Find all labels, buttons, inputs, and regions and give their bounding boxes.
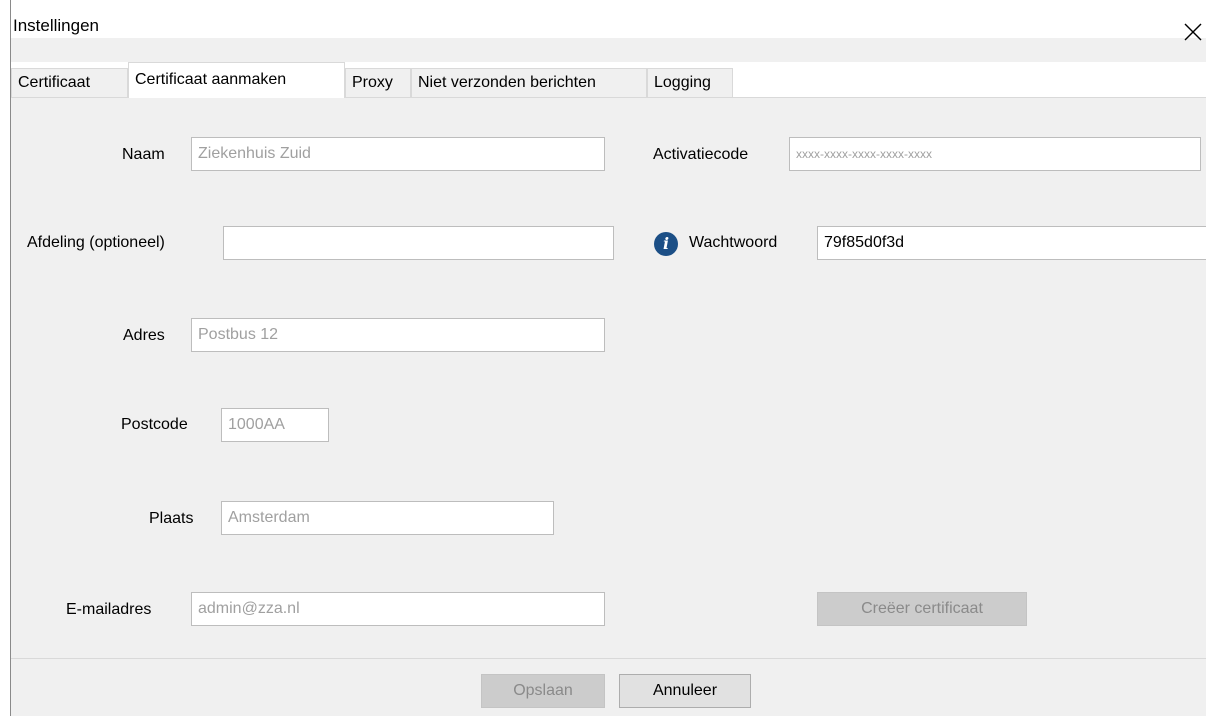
tab-niet-verzonden-berichten[interactable]: Niet verzonden berichten	[411, 68, 647, 97]
email-field[interactable]	[191, 592, 605, 626]
postcode-field[interactable]	[221, 408, 329, 442]
adres-field[interactable]	[191, 318, 605, 352]
postcode-label: Postcode	[121, 416, 188, 433]
afdeling-field[interactable]	[223, 226, 614, 260]
afdeling-label: Afdeling (optioneel)	[27, 234, 165, 251]
info-icon[interactable]: i	[654, 232, 678, 256]
settings-dialog: Instellingen Certificaat Certificaat aan…	[10, 0, 1206, 716]
tab-logging[interactable]: Logging	[647, 68, 733, 97]
tab-proxy[interactable]: Proxy	[345, 68, 411, 97]
email-label: E-mailadres	[66, 601, 152, 618]
close-icon[interactable]	[1183, 22, 1203, 42]
plaats-field[interactable]	[221, 501, 554, 535]
cancel-button[interactable]: Annuleer	[619, 674, 751, 708]
activatiecode-field[interactable]	[789, 137, 1201, 171]
window-title: Instellingen	[13, 16, 100, 35]
adres-label: Adres	[123, 327, 165, 344]
wachtwoord-label: Wachtwoord	[689, 234, 778, 251]
tab-strip: Certificaat Certificaat aanmaken Proxy N…	[11, 62, 1206, 98]
tab-panel-certificaat-aanmaken: Naam Afdeling (optioneel) Adres Postcode…	[11, 98, 1206, 658]
naam-field[interactable]	[191, 137, 605, 171]
title-bar: Instellingen	[11, 0, 1206, 41]
create-certificate-button[interactable]: Creëer certificaat	[817, 592, 1027, 626]
tab-certificaat[interactable]: Certificaat	[11, 68, 128, 97]
wachtwoord-field[interactable]	[817, 226, 1206, 260]
naam-label: Naam	[122, 146, 165, 163]
save-button[interactable]: Opslaan	[481, 674, 605, 708]
tab-certificaat-aanmaken[interactable]: Certificaat aanmaken	[128, 62, 345, 98]
activatiecode-label: Activatiecode	[653, 146, 749, 163]
plaats-label: Plaats	[149, 510, 194, 527]
